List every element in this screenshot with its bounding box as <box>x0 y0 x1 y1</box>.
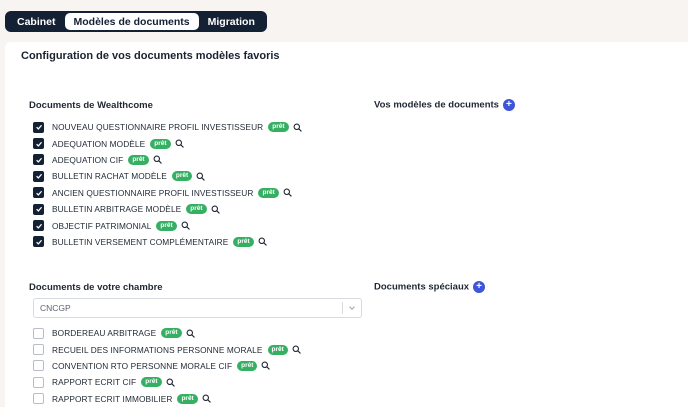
chambre-section-title: Documents de votre chambre <box>29 282 163 293</box>
document-label: RAPPORT ECRIT CIF <box>52 377 137 388</box>
status-badge: prêt <box>186 204 207 215</box>
document-checkbox[interactable] <box>33 220 44 232</box>
list-item: ADEQUATION CIF prêt <box>33 152 302 168</box>
config-card: Configuration de vos documents modèles f… <box>5 42 688 407</box>
document-label: RAPPORT ECRIT IMMOBILIER <box>52 393 173 404</box>
document-label: OBJECTIF PATRIMONIAL <box>52 220 152 231</box>
status-badge: prêt <box>233 236 254 247</box>
chambre-list: BORDEREAU ARBITRAGE prêt RECUEIL DES INFOR… <box>33 325 301 407</box>
list-item: ADEQUATION MODÈLE prêt <box>33 135 302 151</box>
magnifier-icon[interactable] <box>258 237 267 247</box>
document-label: BULLETIN RACHAT MODÈLE <box>52 171 167 182</box>
check-icon <box>35 157 42 163</box>
wealthcome-list: NOUVEAU QUESTIONNAIRE PROFIL INVESTISSEU… <box>33 119 302 250</box>
document-label: BORDEREAU ARBITRAGE <box>52 328 157 339</box>
status-badge: prêt <box>267 344 288 355</box>
list-item: NOUVEAU QUESTIONNAIRE PROFIL INVESTISSEU… <box>33 119 302 135</box>
status-badge: prêt <box>268 122 289 133</box>
tab-modeles-de-documents[interactable]: Modèles de documents <box>64 13 199 30</box>
list-item: BULLETIN ARBITRAGE MODÈLE prêt <box>33 201 302 217</box>
list-item: RAPPORT ECRIT CIF prêt <box>33 374 301 390</box>
check-icon <box>35 141 42 147</box>
magnifier-icon[interactable] <box>175 139 184 148</box>
document-checkbox[interactable] <box>33 376 44 388</box>
wealthcome-section-label: Documents de Wealthcome <box>29 100 153 111</box>
document-checkbox[interactable] <box>33 327 44 339</box>
list-item: OBJECTIF PATRIMONIAL prêt <box>33 217 302 233</box>
list-item: BULLETIN RACHAT MODÈLE prêt <box>33 168 302 184</box>
magnifier-icon[interactable] <box>292 345 301 354</box>
magnifier-icon[interactable] <box>181 221 190 230</box>
document-checkbox[interactable] <box>33 203 44 215</box>
tab-migration[interactable]: Migration <box>199 13 264 30</box>
check-icon <box>35 125 42 131</box>
document-label: ADEQUATION CIF <box>52 154 124 165</box>
chambre-select[interactable]: CNCGP <box>33 298 362 318</box>
status-badge: prêt <box>161 328 182 339</box>
document-checkbox[interactable] <box>33 138 44 150</box>
document-label: NOUVEAU QUESTIONNAIRE PROFIL INVESTISSEU… <box>52 122 264 133</box>
add-modele-button[interactable]: + <box>502 99 515 111</box>
status-badge: prêt <box>171 171 193 182</box>
document-checkbox[interactable] <box>33 236 44 248</box>
document-checkbox[interactable] <box>33 170 44 182</box>
check-icon <box>35 223 42 229</box>
status-badge: prêt <box>128 154 149 165</box>
document-checkbox[interactable] <box>33 187 44 199</box>
document-checkbox[interactable] <box>33 344 44 356</box>
add-special-button[interactable]: + <box>473 281 486 293</box>
document-label: ADEQUATION MODÈLE <box>52 138 146 149</box>
document-checkbox[interactable] <box>33 154 44 166</box>
magnifier-icon[interactable] <box>186 329 195 338</box>
list-item: RAPPORT ECRIT IMMOBILIER prêt <box>33 391 301 407</box>
document-checkbox[interactable] <box>33 121 44 133</box>
document-label: ANCIEN QUESTIONNAIRE PROFIL INVESTISSEUR <box>52 187 254 198</box>
status-badge: prêt <box>258 187 279 198</box>
magnifier-icon[interactable] <box>153 155 162 165</box>
status-badge: prêt <box>177 393 198 404</box>
speciaux-label: Documents spéciaux <box>374 281 470 293</box>
vos-modeles-label: Vos modèles de documents <box>374 99 499 111</box>
chevron-down-icon[interactable] <box>343 304 361 312</box>
list-item: BULLETIN VERSEMENT COMPLÉMENTAIRE prêt <box>33 234 302 250</box>
wealthcome-section-title: Documents de Wealthcome <box>29 100 153 111</box>
status-badge: prêt <box>141 377 162 388</box>
magnifier-icon[interactable] <box>261 361 271 371</box>
list-item: RECUEIL DES INFORMATIONS PERSONNE MORALE… <box>33 341 301 357</box>
vos-modeles-section-title: Vos modèles de documents + <box>374 99 515 111</box>
magnifier-icon[interactable] <box>196 172 205 181</box>
list-item: ANCIEN QUESTIONNAIRE PROFIL INVESTISSEUR… <box>33 185 302 201</box>
page-title: Configuration de vos documents modèles f… <box>21 50 280 62</box>
document-checkbox[interactable] <box>33 360 44 372</box>
magnifier-icon[interactable] <box>293 123 302 132</box>
status-badge: prêt <box>237 360 258 371</box>
magnifier-icon[interactable] <box>211 205 220 214</box>
chambre-section-label: Documents de votre chambre <box>29 282 163 293</box>
check-icon <box>35 174 42 180</box>
check-icon <box>35 190 42 196</box>
status-badge: prêt <box>150 138 171 149</box>
magnifier-icon[interactable] <box>202 394 211 403</box>
document-label: BULLETIN VERSEMENT COMPLÉMENTAIRE <box>52 236 229 247</box>
document-checkbox[interactable] <box>33 393 44 405</box>
check-icon <box>35 239 42 245</box>
list-item: CONVENTION RTO PERSONNE MORALE CIF prêt <box>33 358 301 374</box>
magnifier-icon[interactable] <box>166 378 175 387</box>
tab-cabinet[interactable]: Cabinet <box>8 13 65 30</box>
list-item: BORDEREAU ARBITRAGE prêt <box>33 325 301 341</box>
document-label: CONVENTION RTO PERSONNE MORALE CIF <box>52 360 233 371</box>
tab-bar: Cabinet Modèles de documents Migration <box>5 11 267 32</box>
chambre-select-value: CNCGP <box>40 303 71 313</box>
speciaux-section-title: Documents spéciaux + <box>374 281 486 293</box>
status-badge: prêt <box>156 220 177 231</box>
document-label: BULLETIN ARBITRAGE MODÈLE <box>52 204 182 215</box>
check-icon <box>35 206 42 212</box>
magnifier-icon[interactable] <box>283 188 292 197</box>
document-label: RECUEIL DES INFORMATIONS PERSONNE MORALE <box>52 344 263 355</box>
